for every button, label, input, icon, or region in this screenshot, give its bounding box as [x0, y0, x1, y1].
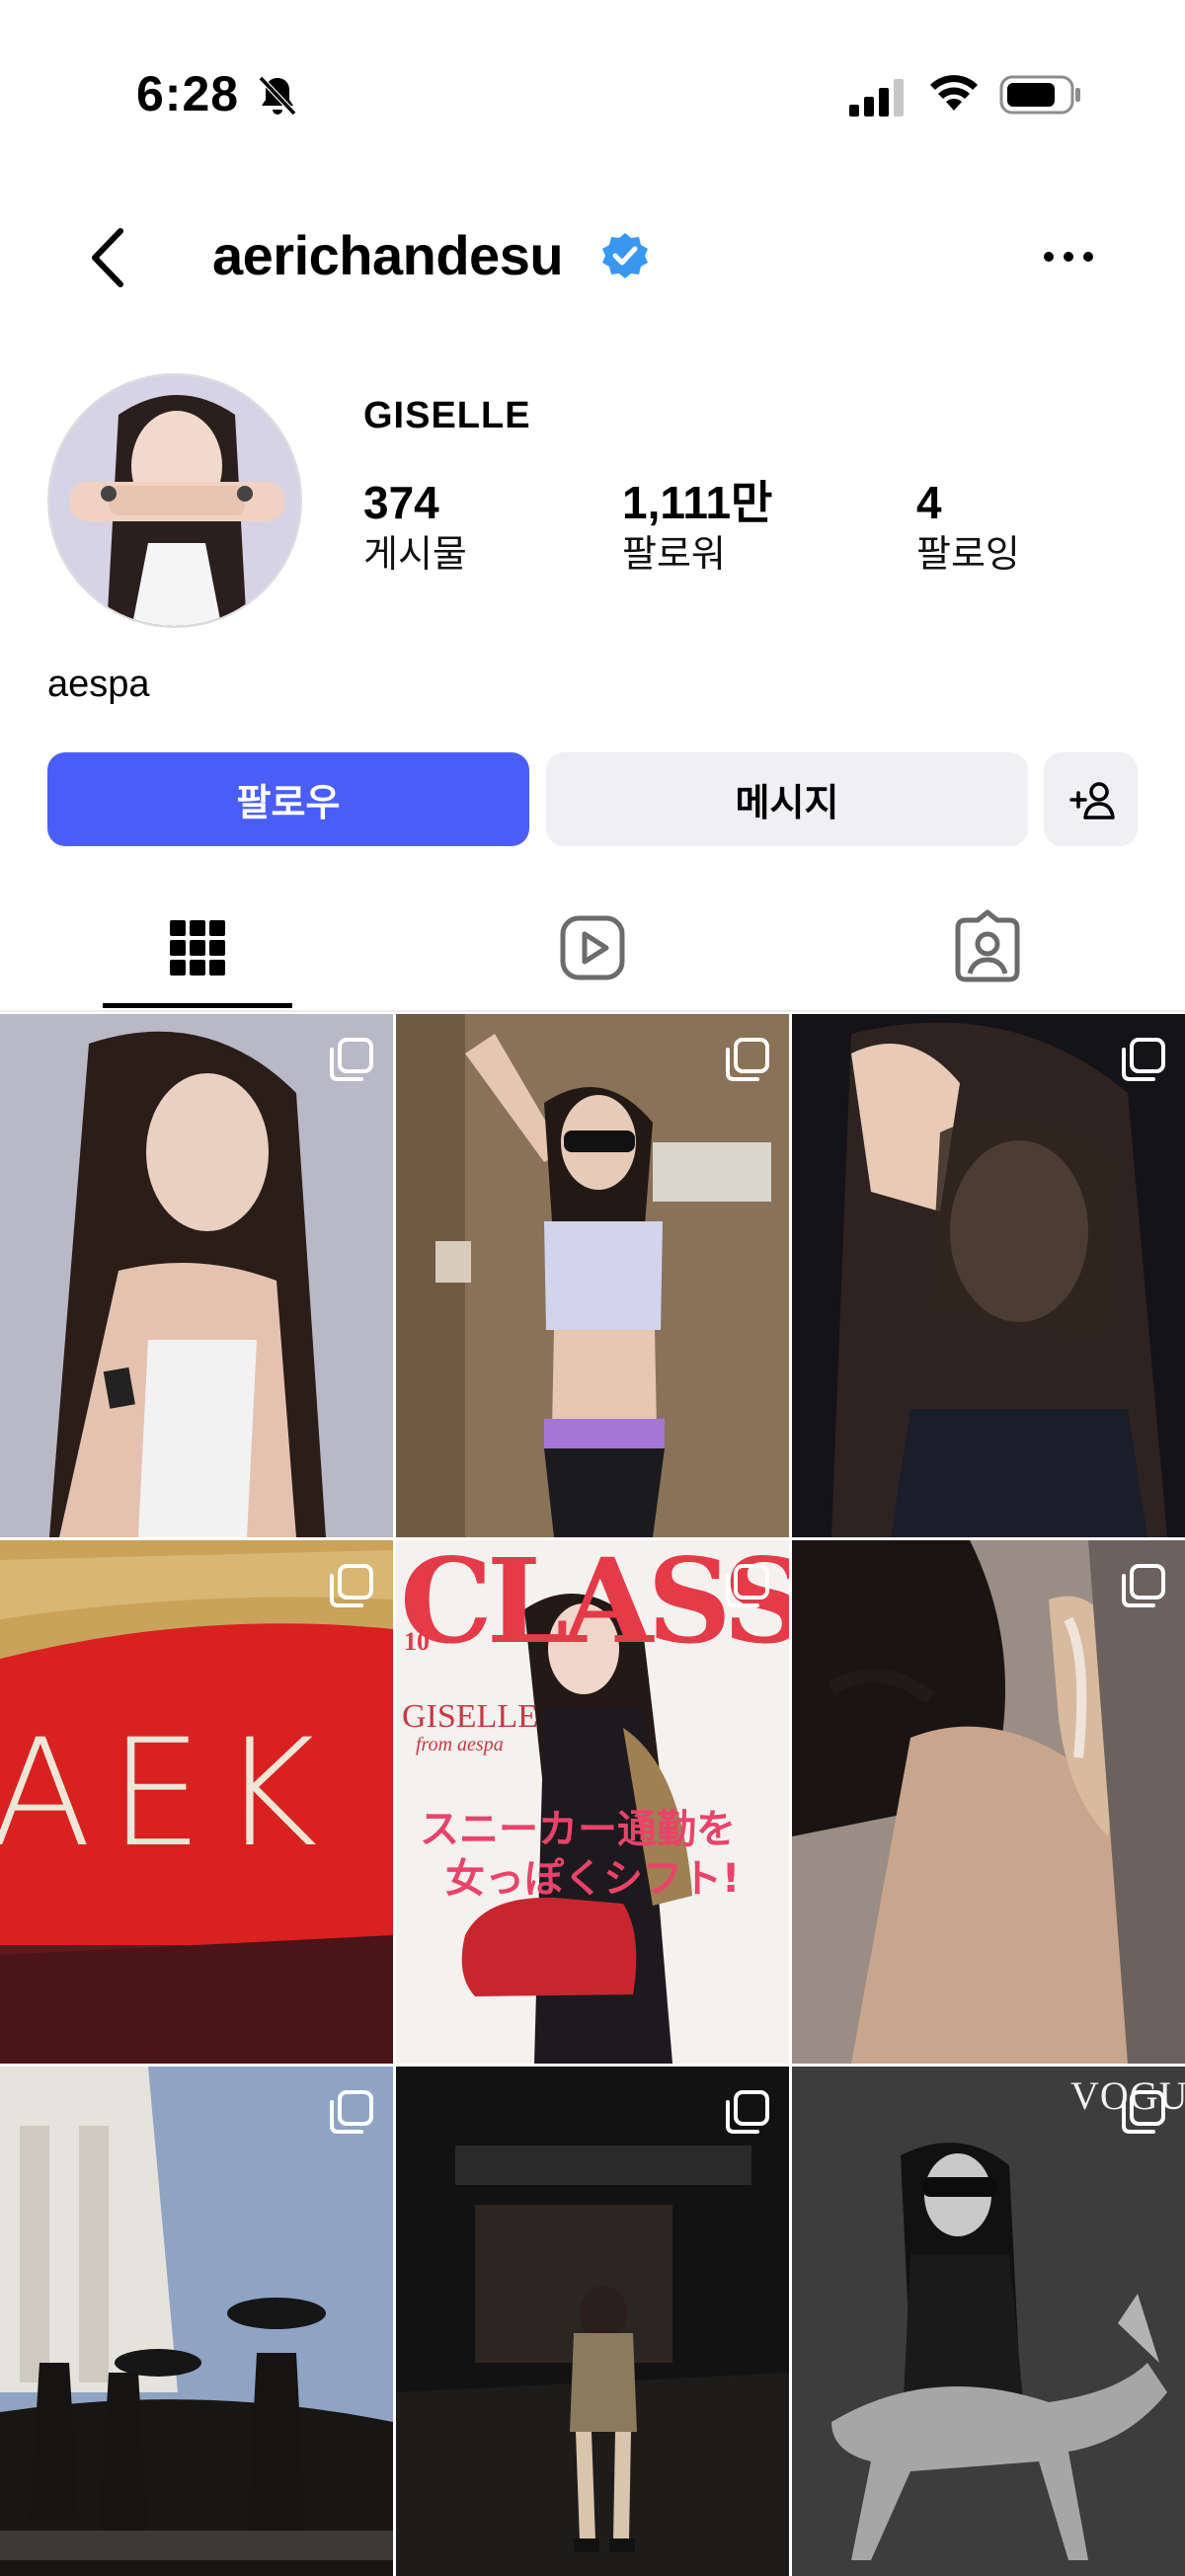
post-thumbnail[interactable]: [0, 2067, 393, 2576]
follow-button[interactable]: 팔로우: [47, 752, 529, 846]
multi-post-icon: [1122, 2090, 1165, 2134]
add-user-button[interactable]: [1044, 752, 1138, 846]
battery-icon: [999, 75, 1080, 115]
cover-name: GISELLE: [402, 1698, 538, 1735]
multi-post-icon: [1122, 1564, 1165, 1607]
multi-post-icon: [726, 2090, 769, 2134]
post-thumbnail[interactable]: [792, 1540, 1185, 2064]
following-count: 4: [916, 477, 942, 528]
followers-label: 팔로워: [622, 534, 726, 576]
divider: [0, 1010, 1185, 1012]
multi-post-icon: [726, 1038, 769, 1081]
bell-off-icon: [258, 75, 297, 117]
posts-count-stat[interactable]: 374 게시물: [363, 476, 467, 581]
multi-post-icon: [330, 1038, 373, 1081]
avatar[interactable]: [47, 373, 302, 628]
post-image: [792, 2067, 1185, 2576]
signal-icon: [849, 79, 904, 117]
magazine-issue: 10: [404, 1627, 430, 1656]
post-image: [396, 1014, 789, 1537]
verified-badge-icon: [602, 233, 648, 278]
display-name: GISELLE: [363, 395, 531, 436]
post-image: [792, 1540, 1185, 2064]
status-time: 6:28: [136, 66, 240, 121]
multi-post-icon: [330, 1564, 373, 1607]
tab-tagged-icon[interactable]: [948, 908, 1027, 987]
post-thumbnail[interactable]: [0, 1014, 393, 1537]
post-thumbnail[interactable]: [396, 2067, 789, 2576]
active-tab-indicator: [103, 1003, 292, 1008]
multi-post-icon: [330, 2090, 373, 2134]
following-count-stat[interactable]: 4 팔로잉: [916, 476, 1020, 581]
post-thumbnail[interactable]: VOGUE: [792, 2067, 1185, 2576]
post-caption-text: AEK: [0, 1708, 336, 1880]
avatar-image: [49, 375, 300, 626]
bio: aespa: [47, 664, 150, 705]
cover-subtitle: from aespa: [416, 1734, 504, 1756]
multi-post-icon: [726, 1564, 769, 1607]
post-thumbnail[interactable]: CLASSY. 10 GISELLE from aespa スニーカー通勤を 女…: [396, 1540, 789, 2064]
tab-posts-grid-icon[interactable]: [158, 908, 237, 987]
followers-count: 1,111만: [622, 477, 773, 528]
following-label: 팔로잉: [916, 534, 1020, 576]
back-button[interactable]: [83, 219, 142, 296]
followers-count-stat[interactable]: 1,111만 팔로워: [622, 476, 772, 581]
username: aerichandesu: [212, 224, 564, 286]
add-user-icon: [1068, 781, 1115, 820]
post-image: [0, 1014, 393, 1537]
post-thumbnail[interactable]: [396, 1014, 789, 1537]
posts-grid: AEK CLASSY. 10 GISELLE from aespa スニーカー通…: [0, 1014, 1185, 2576]
more-options-button[interactable]: [1041, 243, 1096, 271]
post-image: [396, 2067, 789, 2576]
post-image: [792, 1014, 1185, 1537]
posts-label: 게시물: [363, 534, 467, 576]
post-thumbnail[interactable]: AEK: [0, 1540, 393, 2064]
tab-reels-icon[interactable]: [553, 908, 632, 987]
post-image: [0, 2067, 393, 2576]
message-button[interactable]: 메시지: [546, 752, 1028, 846]
magazine-headline: 女っぽくシフト!: [445, 1856, 741, 1902]
wifi-icon: [930, 75, 978, 111]
multi-post-icon: [1122, 1038, 1165, 1081]
posts-count: 374: [363, 477, 439, 528]
post-thumbnail[interactable]: [792, 1014, 1185, 1537]
status-bar: 6:28: [0, 0, 1185, 188]
